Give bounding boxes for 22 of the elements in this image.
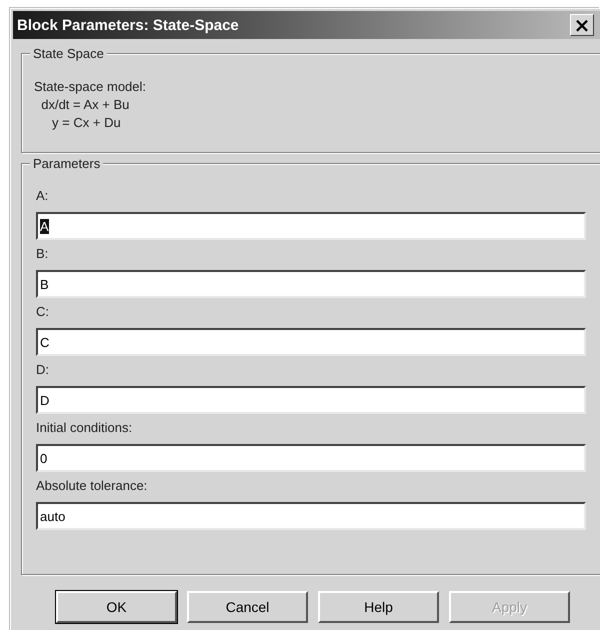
description-text: dx/dt = Ax + Bu bbox=[40, 96, 130, 114]
close-button[interactable]: × bbox=[570, 14, 594, 36]
description-text: y = Cx + Du bbox=[51, 114, 122, 132]
dialog-button[interactable]: Help bbox=[318, 591, 439, 623]
field-label: Absolute tolerance: bbox=[36, 478, 148, 494]
field-label: Initial conditions: bbox=[36, 420, 134, 436]
dialog-button[interactable]: OK bbox=[56, 591, 177, 623]
field-label: D: bbox=[36, 362, 50, 378]
group-title: Parameters bbox=[30, 156, 104, 171]
input-field[interactable]: D bbox=[36, 386, 586, 414]
field-label: B: bbox=[36, 246, 50, 262]
input-field[interactable]: A bbox=[36, 212, 586, 240]
window-title: Block Parameters: State-Space bbox=[17, 16, 239, 34]
input-field[interactable]: C bbox=[36, 328, 586, 356]
field-label: C: bbox=[36, 304, 50, 320]
dialog-button[interactable]: Cancel bbox=[187, 591, 308, 623]
description-text: State-space model: bbox=[34, 78, 148, 96]
group-title: State Space bbox=[30, 46, 107, 61]
input-field[interactable]: auto bbox=[36, 502, 586, 530]
input-field[interactable]: 0 bbox=[36, 444, 586, 472]
input-field[interactable]: B bbox=[36, 270, 586, 298]
field-label: A: bbox=[36, 188, 50, 204]
